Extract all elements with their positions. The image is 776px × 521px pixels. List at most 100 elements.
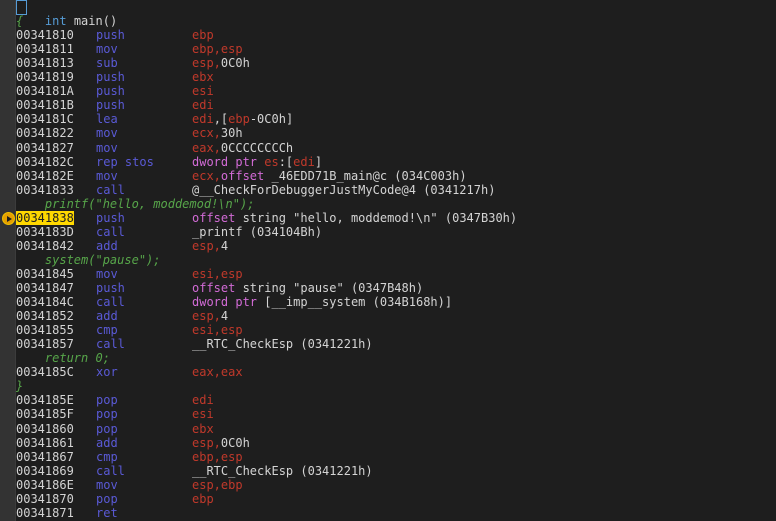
- instruction-address: 00341871: [16, 506, 74, 520]
- source-line[interactable]: return 0;: [16, 351, 110, 365]
- operand-token: edi: [192, 393, 214, 407]
- source-text: }: [16, 379, 24, 393]
- operand-token: esp,: [192, 56, 221, 70]
- instruction-address: 0034181A: [16, 84, 74, 98]
- instruction-operands: esp,4: [192, 239, 228, 253]
- source-line[interactable]: {: [16, 14, 23, 28]
- instruction-mnemonic: pop: [96, 407, 118, 421]
- operand-token: offset: [192, 281, 236, 295]
- operand-token: esi: [192, 84, 214, 98]
- instruction-operands: ebx: [192, 70, 214, 84]
- instruction-address: 00341833: [16, 183, 74, 197]
- instruction-mnemonic: mov: [96, 126, 118, 140]
- operand-token: offset: [192, 211, 236, 225]
- instruction-operands: ebp: [192, 28, 214, 42]
- source-text: system("pause");: [16, 253, 161, 267]
- instruction-address: 00341845: [16, 267, 74, 281]
- instruction-address: 00341819: [16, 70, 74, 84]
- instruction-mnemonic: call: [96, 295, 125, 309]
- instruction-pointer-arrow-icon: [2, 212, 15, 225]
- instruction-operands: ebx: [192, 422, 214, 436]
- instruction-address: 00341860: [16, 422, 74, 436]
- instruction-operands: ebp: [192, 492, 214, 506]
- disassembly-view[interactable]: int main() {00341810 push ebp 00341811 mov eb…: [16, 0, 776, 521]
- operand-token: esp,: [192, 239, 221, 253]
- instruction-mnemonic: push: [96, 84, 125, 98]
- source-text: return 0;: [16, 351, 110, 365]
- instruction-operands: offset string "pause" (0347B48h): [192, 281, 423, 295]
- source-text: {: [16, 14, 24, 28]
- instruction-mnemonic: rep stos: [96, 155, 154, 169]
- instruction-operands: dword ptr [__imp__system (034B168h)]: [192, 295, 452, 309]
- instruction-operands: @__CheckForDebuggerJustMyCode@4 (0341217…: [192, 183, 495, 197]
- instruction-address: 00341810: [16, 28, 74, 42]
- instruction-operands: offset string "hello, moddemod!\n" (0347…: [192, 211, 517, 225]
- instruction-mnemonic: mov: [96, 267, 118, 281]
- instruction-operands: ecx,30h: [192, 126, 243, 140]
- operand-token: edi: [192, 98, 214, 112]
- operand-token: ebx: [192, 70, 214, 84]
- instruction-address: 0034183D: [16, 225, 74, 239]
- source-text: printf("hello, moddemod!\n");: [16, 197, 255, 211]
- operand-token: ebp: [192, 492, 214, 506]
- instruction-mnemonic: sub: [96, 56, 118, 70]
- instruction-address: 0034182C: [16, 155, 74, 169]
- instruction-address: 00341852: [16, 309, 74, 323]
- operand-token: esp,ebp: [192, 478, 243, 492]
- operand-token: es: [264, 155, 279, 169]
- instruction-operands: __RTC_CheckEsp (0341221h): [192, 464, 373, 478]
- breakpoint-gutter[interactable]: [0, 0, 15, 521]
- operand-token: [__imp__system (034B168h)]: [257, 295, 453, 309]
- instruction-mnemonic: push: [96, 28, 125, 42]
- operand-token: eax,eax: [192, 365, 243, 379]
- instruction-operands: esi: [192, 407, 214, 421]
- instruction-operands: edi: [192, 98, 214, 112]
- source-line[interactable]: printf("hello, moddemod!\n");: [16, 197, 255, 211]
- instruction-mnemonic: add: [96, 239, 118, 253]
- source-line[interactable]: system("pause");: [16, 253, 161, 267]
- operand-token: __RTC_CheckEsp (0341221h): [192, 464, 373, 478]
- instruction-operands: esp,0C0h: [192, 56, 250, 70]
- operand-token: ecx,: [192, 169, 221, 183]
- instruction-mnemonic: mov: [96, 42, 118, 56]
- instruction-operands: __RTC_CheckEsp (0341221h): [192, 337, 373, 351]
- instruction-mnemonic: push: [96, 98, 125, 112]
- operand-token: 0CCCCCCCCh: [220, 141, 294, 155]
- operand-token: esi,esp: [192, 267, 243, 281]
- instruction-operands: esi: [192, 84, 214, 98]
- instruction-address: 0034182E: [16, 169, 74, 183]
- operand-token: 0C0h: [220, 56, 250, 70]
- instruction-address: 00341827: [16, 141, 74, 155]
- operand-token: string "pause" (0347B48h): [235, 281, 424, 295]
- instruction-mnemonic: cmp: [96, 323, 118, 337]
- operand-token: 0C0h: [220, 436, 250, 450]
- operand-token: 4: [220, 309, 229, 323]
- operand-token: _printf (034104Bh): [192, 225, 323, 239]
- instruction-mnemonic: push: [96, 281, 125, 295]
- operand-token: ebp: [192, 28, 214, 42]
- instruction-address: 00341822: [16, 126, 74, 140]
- operand-token: __RTC_CheckEsp (0341221h): [192, 337, 373, 351]
- instruction-operands: eax,eax: [192, 365, 243, 379]
- operand-token: @__CheckForDebuggerJustMyCode@4 (0341217…: [192, 183, 496, 197]
- instruction-address: 00341811: [16, 42, 74, 56]
- operand-token: string "hello, moddemod!\n" (0347B30h): [235, 211, 518, 225]
- instruction-operands: ebp,esp: [192, 42, 243, 56]
- instruction-mnemonic: ret: [96, 506, 118, 520]
- instruction-mnemonic: lea: [96, 112, 118, 126]
- instruction-mnemonic: pop: [96, 393, 118, 407]
- instruction-mnemonic: xor: [96, 365, 118, 379]
- instruction-mnemonic: mov: [96, 141, 118, 155]
- instruction-mnemonic: add: [96, 436, 118, 450]
- source-line[interactable]: }: [16, 379, 23, 393]
- function-signature: int main(): [16, 0, 117, 28]
- instruction-address: 0034181C: [16, 112, 74, 126]
- instruction-address: 00341870: [16, 492, 74, 506]
- operand-token: :[: [278, 155, 294, 169]
- instruction-operands: esp,ebp: [192, 478, 243, 492]
- instruction-address: 00341857: [16, 337, 74, 351]
- instruction-mnemonic: mov: [96, 478, 118, 492]
- instruction-mnemonic: cmp: [96, 450, 118, 464]
- operand-token: esi,esp: [192, 323, 243, 337]
- operand-token: esp,: [192, 309, 221, 323]
